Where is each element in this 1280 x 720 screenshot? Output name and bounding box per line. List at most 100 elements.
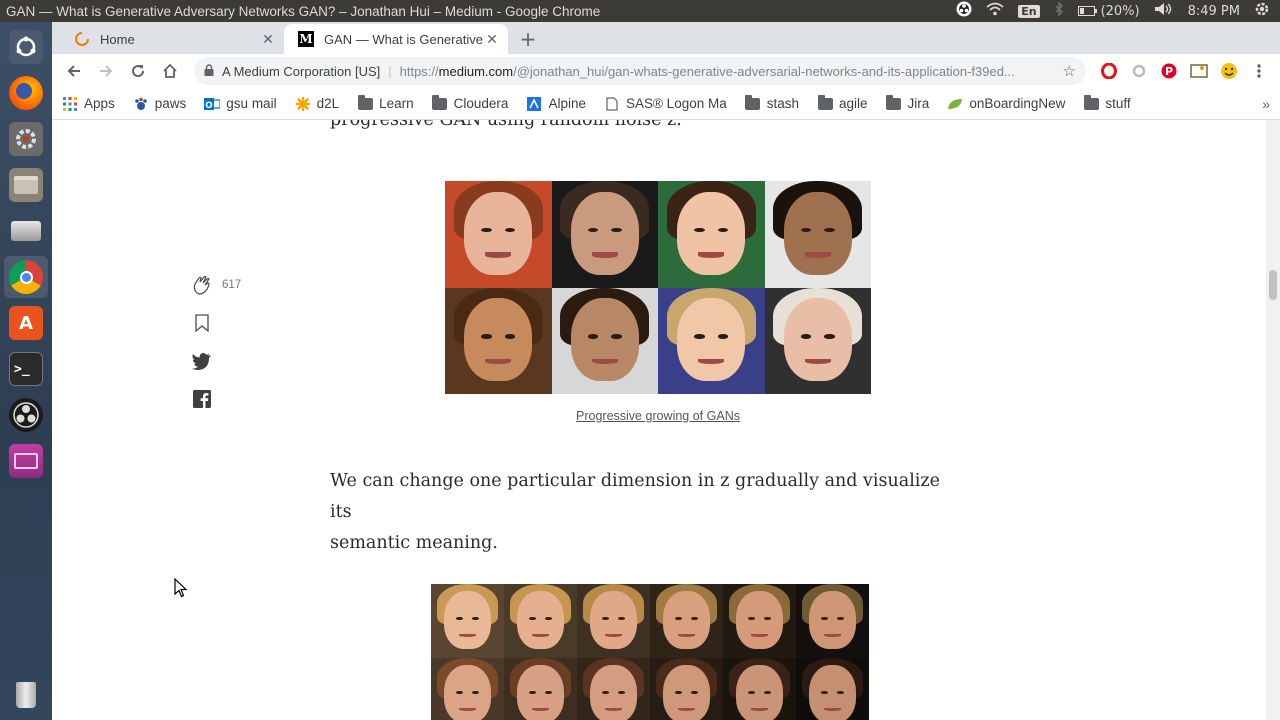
close-tab-icon[interactable]: ✕ (260, 31, 276, 48)
clock[interactable]: 8:49 PM (1188, 4, 1240, 19)
face-thumbnail (551, 181, 658, 288)
terminal-icon[interactable]: >_ (4, 348, 48, 390)
face-thumbnail (445, 287, 552, 394)
lock-icon[interactable] (204, 63, 214, 79)
software-center-icon[interactable]: A (4, 302, 48, 344)
bookmark-stash[interactable]: stash (745, 94, 799, 111)
bookmark-label: agile (839, 96, 868, 111)
page-scrollbar[interactable] (1266, 120, 1280, 720)
d2l-icon (295, 96, 311, 111)
bookmark-d2l[interactable]: d2L (295, 96, 339, 111)
bookmark-label: onBoardingNew (969, 96, 1066, 111)
ubuntu-dash-icon[interactable] (4, 26, 48, 68)
bookmark-label: Cloudera (453, 96, 509, 111)
certificate-owner[interactable]: A Medium Corporation [US] (222, 64, 380, 79)
url-path: /@jonathan_hui/gan-whats-generative-adve… (513, 63, 1015, 79)
svg-text:O: O (205, 101, 213, 111)
bookmark-star-icon[interactable]: ☆ (1053, 62, 1076, 80)
bookmark-apps[interactable]: Apps (62, 96, 115, 111)
bookmark-alpine[interactable]: Alpine (526, 96, 586, 111)
face-thumbnail (504, 658, 577, 720)
reload-button[interactable] (124, 57, 152, 85)
face-thumbnail (445, 181, 552, 288)
paragraph-line: We can change one particular dimension i… (330, 471, 940, 522)
bookmarks-bar: Apps paws O gsu mail d2L Learn Cloudera … (52, 88, 1280, 120)
folder-icon (817, 94, 833, 111)
face-thumbnail (723, 584, 796, 658)
bookmark-jira[interactable]: Jira (886, 94, 929, 111)
bookmark-sas-logon[interactable]: SAS® Logon Ma (604, 96, 727, 111)
obs-icon[interactable] (4, 394, 48, 436)
bookmark-icon[interactable] (190, 312, 214, 334)
home-button[interactable] (156, 57, 184, 85)
emoji-extension-icon[interactable] (1216, 58, 1242, 84)
new-tab-button[interactable]: + (514, 25, 542, 53)
browser-chrome: Home ✕ M GAN — What is Generative Advers… (52, 22, 1280, 120)
system-top-panel: GAN — What is Generative Adversary Netwo… (0, 0, 1280, 22)
tab-gan-article[interactable]: M GAN — What is Generative Adversary Net… (284, 24, 508, 54)
battery-percent: (20%) (1100, 3, 1140, 19)
tab-label: Home (100, 31, 135, 47)
firefox-icon[interactable] (4, 72, 48, 114)
bookmark-gsu-mail[interactable]: O gsu mail (204, 96, 277, 111)
apps-grid-icon (62, 96, 78, 111)
wifi-icon[interactable] (986, 2, 1004, 20)
pinterest-icon[interactable]: P (1156, 58, 1182, 84)
system-settings-icon[interactable] (4, 118, 48, 160)
bookmark-cloudera[interactable]: Cloudera (432, 94, 509, 111)
chrome-icon[interactable] (4, 256, 48, 298)
bluetooth-icon[interactable] (1054, 1, 1064, 20)
clap-count: 617 (222, 279, 242, 291)
bookmark-label: stuff (1105, 96, 1131, 111)
tab-home[interactable]: Home ✕ (60, 24, 284, 54)
bookmark-article-button[interactable] (190, 312, 214, 334)
scrollbar-thumb[interactable] (1269, 270, 1277, 300)
forward-button[interactable] (92, 57, 120, 85)
progressive-gan-faces-image[interactable] (445, 181, 871, 394)
close-tab-icon[interactable]: ✕ (484, 31, 500, 48)
face-thumbnail (658, 181, 765, 288)
face-thumbnail (650, 584, 723, 658)
trash-icon[interactable] (4, 674, 48, 716)
address-bar[interactable]: A Medium Corporation [US] | https:// med… (194, 57, 1086, 85)
loading-spinner-icon (74, 31, 90, 47)
face-thumbnail (431, 584, 504, 658)
clap-icon[interactable] (190, 274, 214, 296)
latent-dimension-faces-image[interactable] (431, 584, 869, 720)
window-title: GAN — What is Generative Adversary Netwo… (6, 3, 601, 19)
share-facebook-button[interactable] (190, 388, 214, 410)
bookmark-stuff[interactable]: stuff (1083, 94, 1131, 111)
paws-icon (133, 97, 149, 111)
disks-icon[interactable] (4, 210, 48, 252)
photo-extension-icon[interactable] (1186, 58, 1212, 84)
bookmark-agile[interactable]: agile (817, 94, 868, 111)
share-sidebar: 617 (190, 274, 241, 410)
keyboard-language-indicator[interactable]: En (1018, 4, 1040, 18)
face-thumbnail (577, 658, 650, 720)
back-button[interactable] (60, 57, 88, 85)
bookmarks-overflow-chevron-icon[interactable]: » (1262, 96, 1270, 112)
system-gear-icon[interactable] (1254, 1, 1270, 21)
image-caption-link[interactable]: Progressive growing of GANs (445, 409, 871, 423)
obs-tray-icon[interactable] (956, 1, 972, 21)
files-icon[interactable] (4, 164, 48, 206)
workspace-icon[interactable] (4, 440, 48, 482)
face-thumbnail (723, 658, 796, 720)
twitter-icon[interactable] (190, 350, 214, 372)
facebook-icon[interactable] (190, 388, 214, 410)
opera-extension-icon[interactable] (1096, 58, 1122, 84)
clap-button[interactable]: 617 (190, 274, 241, 296)
share-twitter-button[interactable] (190, 350, 214, 372)
face-thumbnail (658, 287, 765, 394)
back-arrow-icon (67, 65, 80, 77)
bookmark-paws[interactable]: paws (133, 96, 186, 111)
bookmark-onboardingnew[interactable]: onBoardingNew (947, 96, 1065, 111)
bookmark-learn[interactable]: Learn (357, 94, 414, 111)
volume-icon[interactable] (1154, 2, 1174, 20)
battery-indicator[interactable]: (20%) (1077, 3, 1140, 19)
address-separator: | (388, 63, 392, 79)
folder-icon (432, 94, 448, 111)
menu-kebab-icon[interactable] (1246, 58, 1272, 84)
reload-icon (132, 65, 145, 78)
grey-circle-extension-icon[interactable] (1126, 58, 1152, 84)
